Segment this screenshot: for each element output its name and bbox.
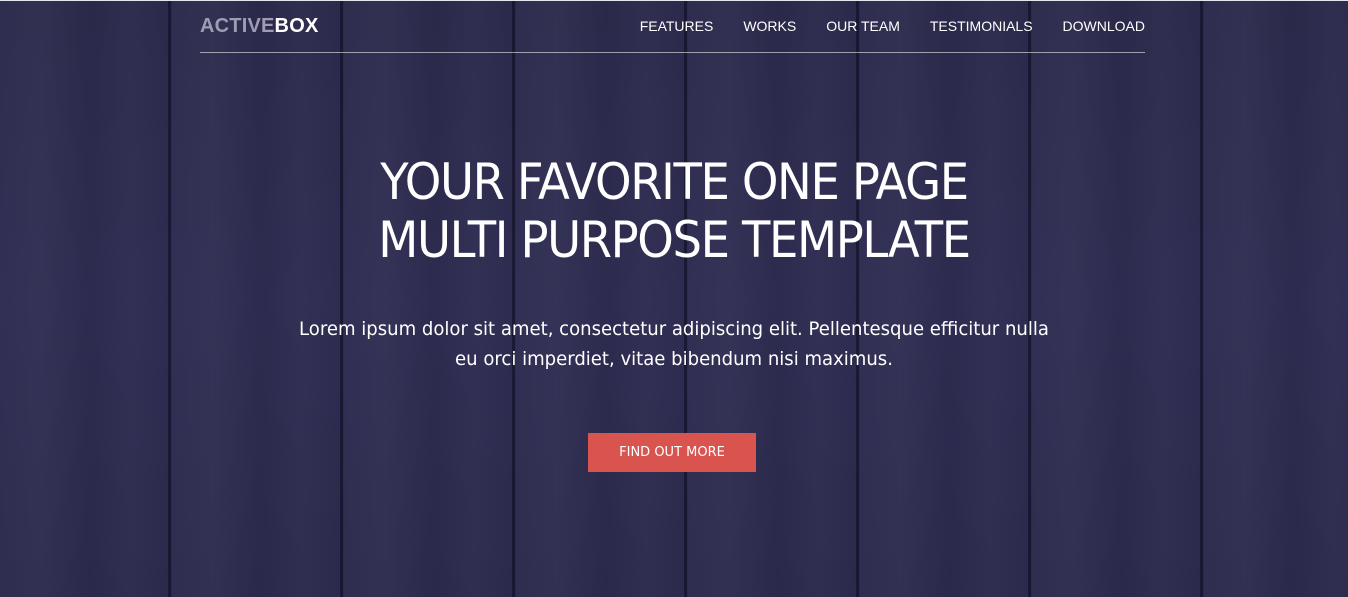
brand-logo[interactable]: ACTIVEBOX	[200, 15, 319, 38]
nav-link-our-team[interactable]: OUR TEAM	[826, 18, 900, 34]
brand-logo-part-box: BOX	[274, 15, 319, 37]
brand-logo-part-active: ACTIVE	[200, 15, 275, 37]
nav-menu: FEATURES WORKS OUR TEAM TESTIMONIALS DOW…	[610, 18, 1145, 34]
hero-headline-line-1: YOUR FAVORITE ONE PAGE	[380, 153, 969, 211]
nav-link-works[interactable]: WORKS	[743, 18, 796, 34]
find-out-more-button[interactable]: FIND OUT MORE	[588, 433, 756, 472]
top-navbar: ACTIVEBOX FEATURES WORKS OUR TEAM TESTIM…	[200, 1, 1145, 53]
hero-headline: YOUR FAVORITE ONE PAGE MULTI PURPOSE TEM…	[47, 153, 1301, 269]
hero-subtext-line-1: Lorem ipsum dolor sit amet, consectetur …	[299, 318, 1049, 340]
hero-subtext: Lorem ipsum dolor sit amet, consectetur …	[34, 314, 1315, 374]
nav-link-testimonials[interactable]: TESTIMONIALS	[930, 18, 1033, 34]
hero-subtext-line-2: eu orci imperdiet, vitae bibendum nisi m…	[455, 348, 893, 370]
nav-link-features[interactable]: FEATURES	[640, 18, 714, 34]
hero-headline-line-2: MULTI PURPOSE TEMPLATE	[378, 211, 971, 269]
nav-link-download[interactable]: DOWNLOAD	[1063, 18, 1145, 34]
hero-section: ACTIVEBOX FEATURES WORKS OUR TEAM TESTIM…	[0, 0, 1348, 597]
